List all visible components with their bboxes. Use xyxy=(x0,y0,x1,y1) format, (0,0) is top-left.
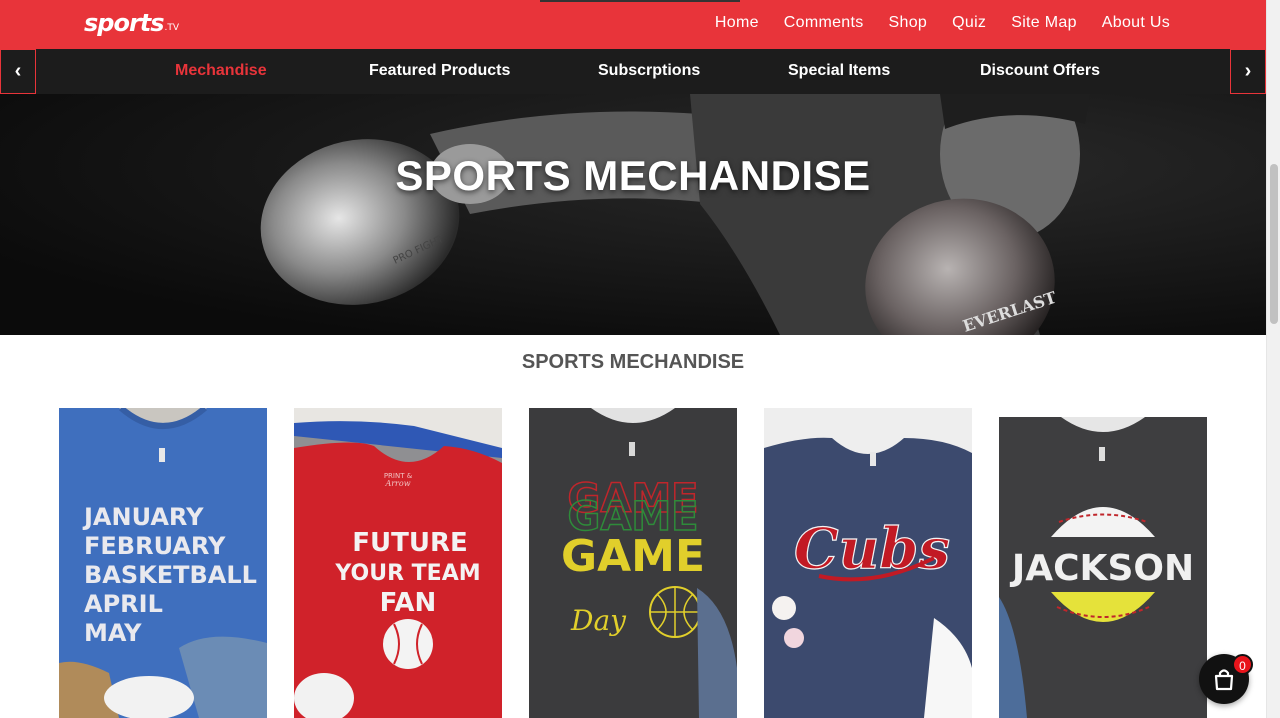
product-image: JACKSON xyxy=(999,417,1207,718)
page-scrollbar[interactable] xyxy=(1266,0,1280,718)
main-nav: Home Comments Shop Quiz Site Map About U… xyxy=(690,14,1170,32)
scrollbar-thumb[interactable] xyxy=(1270,164,1278,324)
print-line: Day xyxy=(570,604,627,637)
product-card[interactable]: JANUARY FEBRUARY BASKETBALL APRIL MAY xyxy=(59,408,267,718)
category-next-button[interactable]: › xyxy=(1230,49,1266,94)
print-line: BASKETBALL xyxy=(84,561,257,589)
print-line: JANUARY xyxy=(82,503,204,531)
cart-count-badge: 0 xyxy=(1232,654,1253,675)
print-line: FAN xyxy=(380,588,437,618)
nav-comments[interactable]: Comments xyxy=(784,14,864,32)
nav-site-map[interactable]: Site Map xyxy=(1011,14,1077,32)
section-title: SPORTS MECHANDISE xyxy=(521,351,745,373)
print-line: FUTURE xyxy=(352,528,468,558)
top-indicator xyxy=(540,0,740,2)
hero-boxer-image: PRO FIGHT EVERLAST xyxy=(0,94,1266,335)
product-card[interactable]: JACKSON xyxy=(999,417,1207,718)
site-logo[interactable]: sports.TV xyxy=(84,9,179,37)
print-line: Cubs xyxy=(794,516,950,582)
print-line: GAME xyxy=(561,531,705,582)
category-featured-products[interactable]: Featured Products xyxy=(369,62,510,80)
product-card[interactable]: PRINT & Arrow FUTURE YOUR TEAM FAN xyxy=(294,408,502,718)
product-image: JANUARY FEBRUARY BASKETBALL APRIL MAY xyxy=(59,408,267,718)
product-image: GAME GAME GAME Day xyxy=(529,408,737,718)
nav-shop[interactable]: Shop xyxy=(889,14,928,32)
category-prev-button[interactable]: ‹ xyxy=(0,49,36,94)
nav-about-us[interactable]: About Us xyxy=(1102,14,1170,32)
nav-home[interactable]: Home xyxy=(715,14,759,32)
hero-banner: PRO FIGHT EVERLAST SPORTS MECHANDISE xyxy=(0,94,1266,335)
print-line: YOUR TEAM xyxy=(334,561,480,586)
chevron-right-icon: › xyxy=(1244,60,1252,82)
product-image: Cubs xyxy=(764,408,972,718)
chevron-left-icon: ‹ xyxy=(14,60,22,82)
print-line: JACKSON xyxy=(1009,548,1194,589)
category-bar: ‹ Mechandise Featured Products Subscrpti… xyxy=(0,49,1266,94)
hero-title: SPORTS MECHANDISE xyxy=(395,152,871,199)
category-discount-offers[interactable]: Discount Offers xyxy=(980,62,1100,80)
nav-quiz[interactable]: Quiz xyxy=(952,14,986,32)
product-card[interactable]: Cubs xyxy=(764,408,972,718)
category-subscriptions[interactable]: Subscrptions xyxy=(598,62,700,80)
category-special-items[interactable]: Special Items xyxy=(788,62,890,80)
page: sports.TV Home Comments Shop Quiz Site M… xyxy=(0,0,1280,718)
product-card[interactable]: GAME GAME GAME Day xyxy=(529,408,737,718)
top-navbar: sports.TV Home Comments Shop Quiz Site M… xyxy=(0,0,1266,49)
print-line: FEBRUARY xyxy=(84,532,226,560)
collar-tag: Arrow xyxy=(384,479,410,488)
print-line: MAY xyxy=(84,619,142,647)
category-mechandise[interactable]: Mechandise xyxy=(175,62,267,80)
print-line: APRIL xyxy=(84,590,163,618)
product-image: PRINT & Arrow FUTURE YOUR TEAM FAN xyxy=(294,408,502,718)
